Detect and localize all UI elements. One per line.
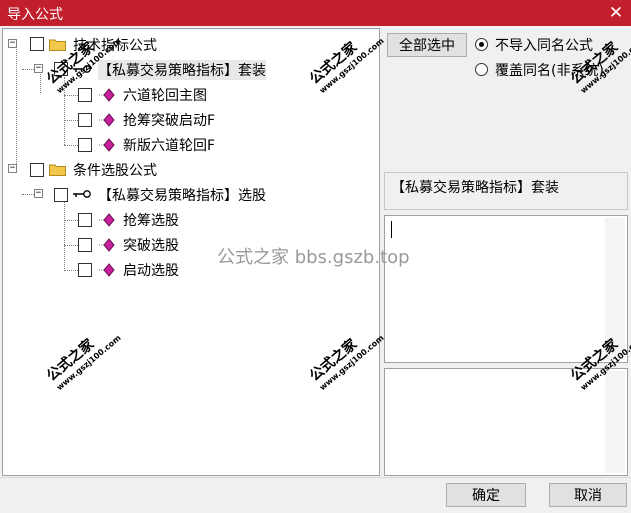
- folder-icon: [49, 39, 66, 51]
- tree-item-formula[interactable]: 新版六道轮回F: [3, 133, 373, 155]
- key-icon: [73, 65, 91, 73]
- tree-node-label: 条件选股公式: [73, 163, 157, 179]
- tree-node-label: 【私募交易策略指标】套装: [98, 60, 266, 80]
- formula-diamond-icon: [99, 113, 115, 127]
- checkbox[interactable]: [78, 138, 92, 152]
- notes-textbox[interactable]: [384, 368, 628, 476]
- tree-expander-icon[interactable]: −: [34, 189, 43, 198]
- formula-diamond-icon: [99, 88, 115, 102]
- tree-node-label: 新版六道轮回F: [123, 138, 216, 154]
- tree-item-formula[interactable]: 六道轮回主图: [3, 83, 373, 105]
- checkbox[interactable]: [54, 188, 68, 202]
- radio-overwrite[interactable]: [475, 63, 488, 76]
- close-icon[interactable]: ✕: [605, 2, 627, 24]
- checkbox[interactable]: [54, 62, 68, 76]
- radio-overwrite-label: 覆盖同名(非系统): [495, 63, 604, 79]
- tree-node-select-group[interactable]: − 条件选股公式: [3, 158, 373, 180]
- cancel-button[interactable]: 取消: [549, 483, 627, 507]
- description-textbox[interactable]: [384, 215, 628, 363]
- scrollbar-track[interactable]: [605, 371, 625, 473]
- formula-diamond-icon: [99, 238, 115, 252]
- tree-expander-icon[interactable]: −: [8, 164, 17, 173]
- formula-diamond-icon: [99, 213, 115, 227]
- tree-item-formula[interactable]: 抢筹突破启动F: [3, 108, 373, 130]
- folder-icon: [49, 164, 66, 176]
- checkbox[interactable]: [30, 37, 44, 51]
- tree-expander-icon[interactable]: −: [34, 64, 43, 73]
- tree-node-label: 【私募交易策略指标】选股: [98, 188, 266, 204]
- window-title: 导入公式: [7, 7, 63, 23]
- tree-expander-icon[interactable]: −: [8, 39, 17, 48]
- checkbox[interactable]: [78, 263, 92, 277]
- tree-node-label: 启动选股: [123, 263, 179, 279]
- tree-node-label: 抢筹突破启动F: [123, 113, 216, 129]
- watermark: 公式之家 www.gszj100.com: [566, 21, 631, 95]
- footer-separator: [0, 477, 631, 478]
- checkbox[interactable]: [78, 113, 92, 127]
- tree-node-label: 技术指标公式: [73, 38, 157, 54]
- tree-node-label: 突破选股: [123, 238, 179, 254]
- tree-node-tech-suite[interactable]: − 【私募交易策略指标】套装: [3, 58, 373, 80]
- formula-diamond-icon: [99, 263, 115, 277]
- key-icon: [73, 190, 91, 198]
- formula-diamond-icon: [99, 138, 115, 152]
- checkbox[interactable]: [78, 238, 92, 252]
- checkbox[interactable]: [78, 88, 92, 102]
- center-watermark: 公式之家 bbs.gszb.top: [217, 247, 410, 268]
- tree-node-select-suite[interactable]: − 【私募交易策略指标】选股: [3, 183, 373, 205]
- checkbox[interactable]: [78, 213, 92, 227]
- tree-item-formula[interactable]: 抢筹选股: [3, 208, 373, 230]
- radio-skip-duplicates[interactable]: [475, 38, 488, 51]
- select-all-button[interactable]: 全部选中: [387, 33, 467, 57]
- radio-skip-label: 不导入同名公式: [495, 38, 593, 54]
- tree-node-tech-group[interactable]: − 技术指标公式: [3, 33, 373, 55]
- checkbox[interactable]: [30, 163, 44, 177]
- selected-suite-label: 【私募交易策略指标】套装: [384, 172, 628, 210]
- text-caret: [391, 221, 392, 238]
- scrollbar-track[interactable]: [605, 218, 625, 360]
- tree-node-label: 抢筹选股: [123, 213, 179, 229]
- ok-button[interactable]: 确定: [446, 483, 526, 507]
- title-bar: 导入公式 ✕: [0, 0, 631, 26]
- tree-node-label: 六道轮回主图: [123, 88, 207, 104]
